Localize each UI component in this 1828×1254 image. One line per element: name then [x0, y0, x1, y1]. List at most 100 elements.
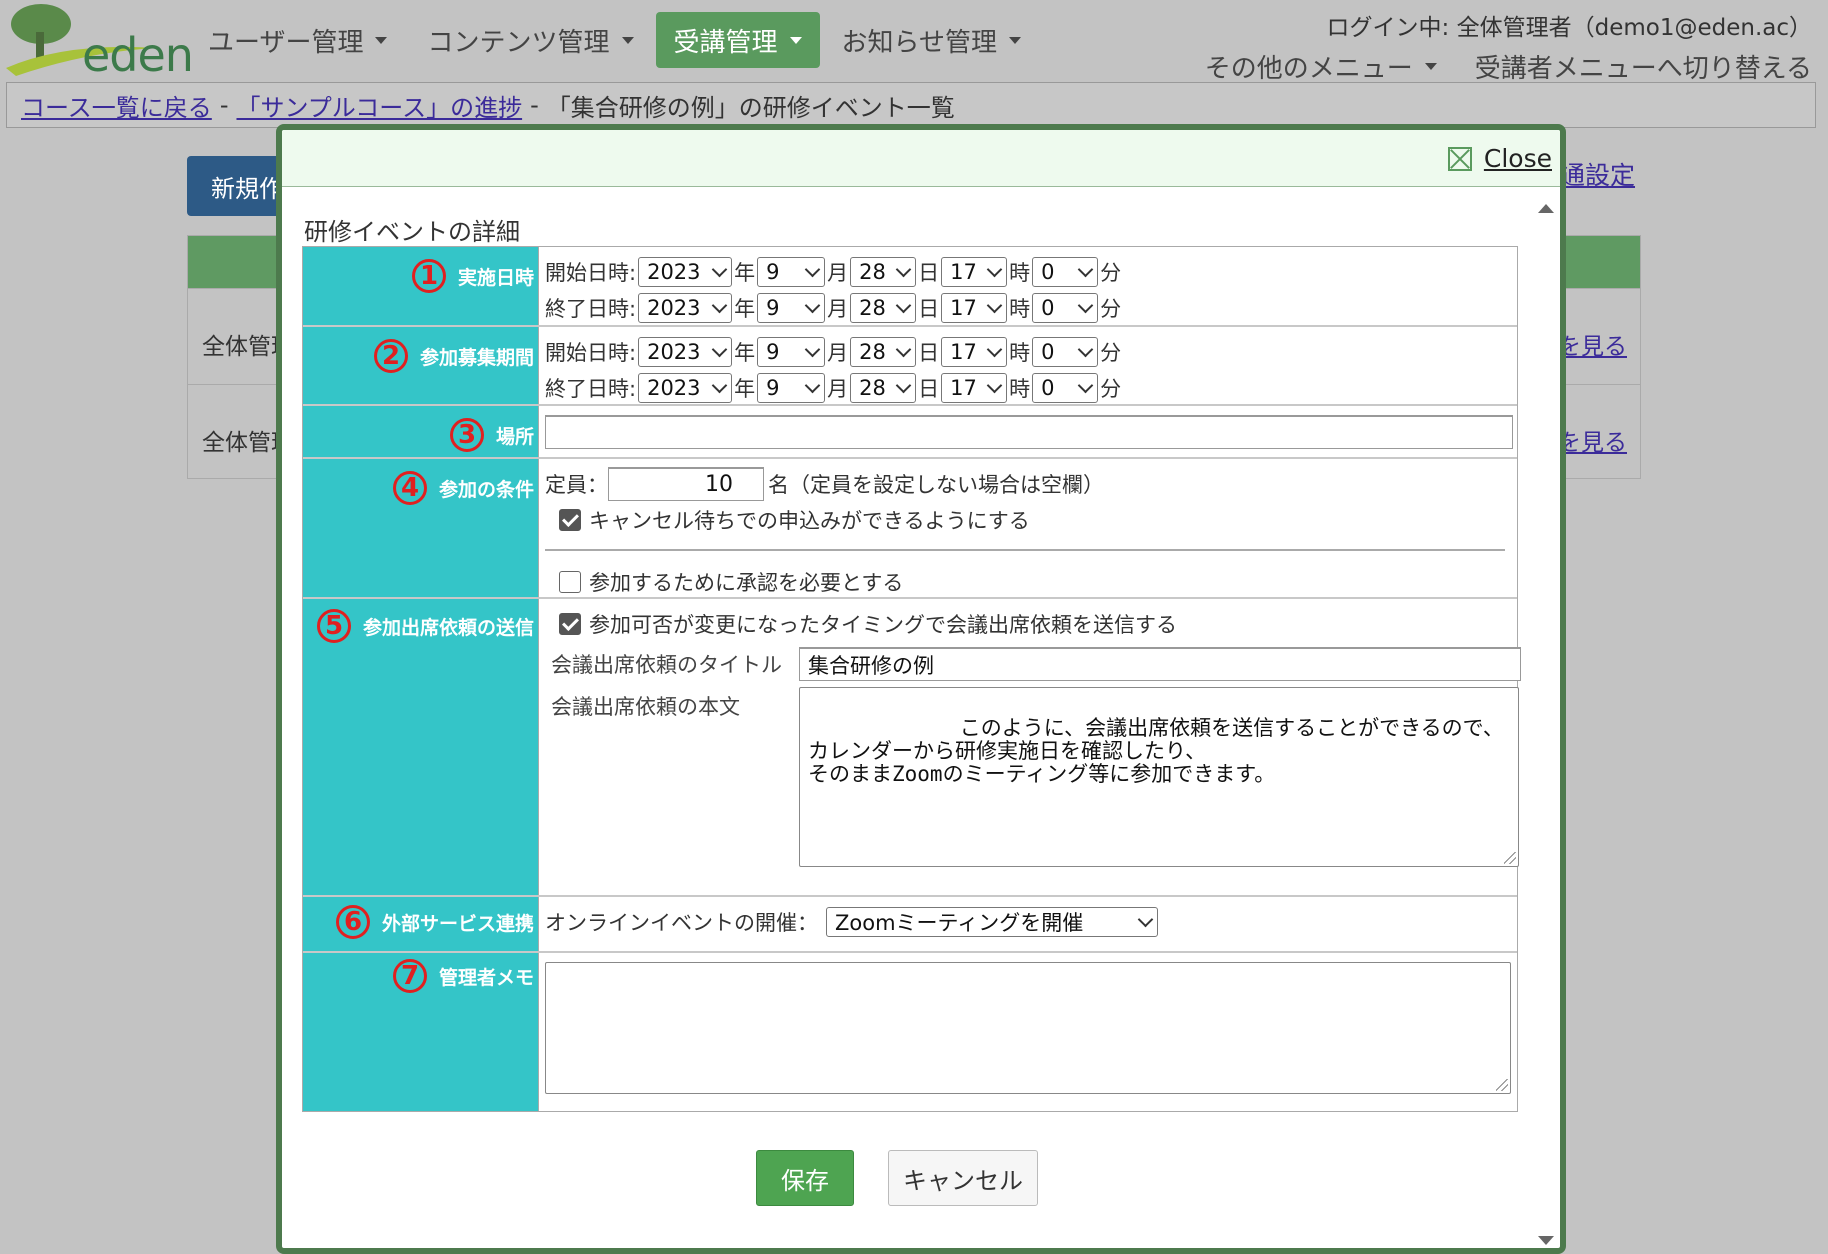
start-year-select[interactable]: 2023 — [638, 337, 733, 367]
resize-grip-icon[interactable] — [1496, 1079, 1508, 1091]
event-datetime-fields: 開始日時: 2023 年 9月 28 日 17 時 0分 終了日時: 2023 年 9月… — [539, 247, 1517, 325]
unit-label: 年 — [734, 261, 756, 285]
end-day-select[interactable]: 28 — [850, 293, 917, 323]
row-admin-memo: 7 管理者メモ — [303, 953, 1517, 1111]
start-month-select[interactable]: 9 — [757, 257, 826, 287]
main-nav: ユーザー管理 コンテンツ管理 受講管理 お知らせ管理 — [190, 12, 1043, 68]
start-hour-select[interactable]: 17 — [941, 337, 1008, 367]
request-body-textarea[interactable]: このように、会議出席依頼を送信することができるので、 カレンダーから研修実施日を… — [799, 687, 1519, 867]
divider — [545, 549, 1505, 551]
modal-title: 研修イベントの詳細 — [304, 218, 520, 246]
start-day-select[interactable]: 28 — [850, 257, 917, 287]
chevron-down-icon — [1077, 261, 1094, 277]
scroll-up-arrow-icon[interactable] — [1538, 204, 1554, 213]
nav-label: 受講管理 — [673, 27, 778, 58]
unit-label: 時 — [1009, 261, 1031, 285]
unit-label: 年 — [734, 377, 756, 401]
field-label: 1 実施日時 — [303, 247, 539, 325]
switch-learner-menu[interactable]: 受講者メニューへ切り替える — [1475, 48, 1812, 85]
label-text: 管理者メモ — [438, 966, 534, 989]
unit-label: 分 — [1100, 341, 1122, 365]
start-day-select[interactable]: 28 — [850, 337, 917, 367]
chevron-down-icon — [895, 261, 912, 277]
request-title-line: 会議出席依頼のタイトル 集合研修の例 — [545, 647, 1521, 681]
end-minute-select[interactable]: 0 — [1032, 293, 1099, 323]
waitlist-checkbox[interactable] — [559, 509, 581, 531]
start-month-select[interactable]: 9 — [757, 337, 826, 367]
send-request-option[interactable]: 参加可否が変更になったタイミングで会議出席依頼を送信する — [559, 607, 1521, 641]
label-text: 参加出席依頼の送信 — [362, 616, 534, 639]
admin-memo-textarea[interactable] — [545, 962, 1511, 1094]
view-link[interactable]: を見る — [1558, 327, 1627, 361]
location-input[interactable] — [545, 415, 1513, 449]
close-icon — [1447, 146, 1472, 171]
capacity-label: 定員： — [545, 473, 608, 497]
end-hour-select[interactable]: 17 — [941, 293, 1008, 323]
row-location: 3 場所 — [303, 406, 1517, 459]
online-event-select[interactable]: Zoomミーティングを開催 — [826, 907, 1158, 937]
admin-memo-field-wrap — [539, 953, 1517, 1111]
field-label: 3 場所 — [303, 406, 539, 457]
start-hour-select[interactable]: 17 — [941, 257, 1008, 287]
breadcrumb-course-list-link[interactable]: コース一覧に戻る — [21, 88, 212, 123]
resize-grip-icon[interactable] — [1504, 852, 1516, 864]
unit-label: 月 — [827, 297, 849, 321]
close-button[interactable]: Close — [1447, 144, 1552, 173]
field-label: 4 参加の条件 — [303, 459, 539, 597]
end-month-select[interactable]: 9 — [757, 373, 826, 403]
send-request-checkbox[interactable] — [559, 613, 581, 635]
nav-content-management[interactable]: コンテンツ管理 — [409, 12, 651, 68]
end-month-select[interactable]: 9 — [757, 293, 826, 323]
online-event-line: オンラインイベントの開催： Zoomミーティングを開催 — [545, 905, 1511, 939]
chevron-down-icon — [895, 297, 912, 313]
capacity-input[interactable]: 10 — [608, 467, 764, 501]
common-settings-link[interactable]: 通設定 — [1560, 156, 1635, 192]
scroll-down-arrow-icon[interactable] — [1538, 1236, 1554, 1245]
breadcrumb-progress-link[interactable]: 「サンプルコース」の進捗 — [236, 88, 522, 123]
end-hour-select[interactable]: 17 — [941, 373, 1008, 403]
other-menu[interactable]: その他のメニュー — [1205, 48, 1437, 85]
waitlist-option[interactable]: キャンセル待ちでの申込みができるようにする — [559, 503, 1511, 537]
nav-notice-management[interactable]: お知らせ管理 — [824, 12, 1039, 68]
row-recruitment-period: 2 参加募集期間 開始日時: 2023 年 9月 28 日 17 時 0分 終了日時: … — [303, 327, 1517, 406]
chevron-down-icon — [804, 297, 821, 313]
approval-option[interactable]: 参加するために承認を必要とする — [559, 565, 1511, 599]
chevron-down-icon — [986, 297, 1003, 313]
start-minute-select[interactable]: 0 — [1032, 257, 1099, 287]
eden-logo[interactable]: eden — [6, 2, 194, 82]
end-year-select[interactable]: 2023 — [638, 293, 733, 323]
end-day-select[interactable]: 28 — [850, 373, 917, 403]
cancel-button[interactable]: キャンセル — [888, 1150, 1038, 1206]
send-request-label: 参加可否が変更になったタイミングで会議出席依頼を送信する — [589, 613, 1177, 637]
request-title-input[interactable]: 集合研修の例 — [799, 647, 1521, 681]
recruitment-period-fields: 開始日時: 2023 年 9月 28 日 17 時 0分 終了日時: 2023 年 9月… — [539, 327, 1517, 404]
end-year-select[interactable]: 2023 — [638, 373, 733, 403]
breadcrumb-current: 「集合研修の例」の研修イベント一覧 — [546, 93, 955, 122]
view-link[interactable]: を見る — [1558, 423, 1627, 457]
unit-label: 日 — [918, 377, 940, 401]
chevron-down-icon — [711, 377, 728, 393]
request-body-line: 会議出席依頼の本文 このように、会議出席依頼を送信することができるので、 カレン… — [545, 687, 1521, 867]
other-menu-label: その他のメニュー — [1204, 54, 1413, 84]
unit-label: 年 — [734, 341, 756, 365]
waitlist-label: キャンセル待ちでの申込みができるようにする — [589, 509, 1030, 533]
chevron-down-icon — [986, 377, 1003, 393]
nav-course-management[interactable]: 受講管理 — [655, 12, 820, 68]
start-year-select[interactable]: 2023 — [638, 257, 733, 287]
row-external-service: 6 外部サービス連携 オンラインイベントの開催： Zoomミーティングを開催 — [303, 897, 1517, 953]
close-label: Close — [1483, 144, 1552, 173]
number-badge: 3 — [449, 418, 484, 452]
chevron-down-icon — [804, 261, 821, 277]
end-minute-select[interactable]: 0 — [1032, 373, 1099, 403]
nav-user-management[interactable]: ユーザー管理 — [190, 12, 405, 68]
capacity-line: 定員： 10 名（定員を設定しない場合は空欄） — [545, 467, 1511, 501]
nav-label: お知らせ管理 — [841, 27, 997, 58]
unit-label: 月 — [827, 341, 849, 365]
approval-checkbox[interactable] — [559, 571, 581, 593]
request-title-label: 会議出席依頼のタイトル — [551, 653, 782, 677]
nav-label: コンテンツ管理 — [427, 27, 610, 58]
save-button[interactable]: 保存 — [756, 1150, 854, 1206]
start-minute-select[interactable]: 0 — [1032, 337, 1099, 367]
label-text: 実施日時 — [457, 266, 534, 289]
sub-menu: その他のメニュー 受講者メニューへ切り替える — [1205, 48, 1812, 85]
